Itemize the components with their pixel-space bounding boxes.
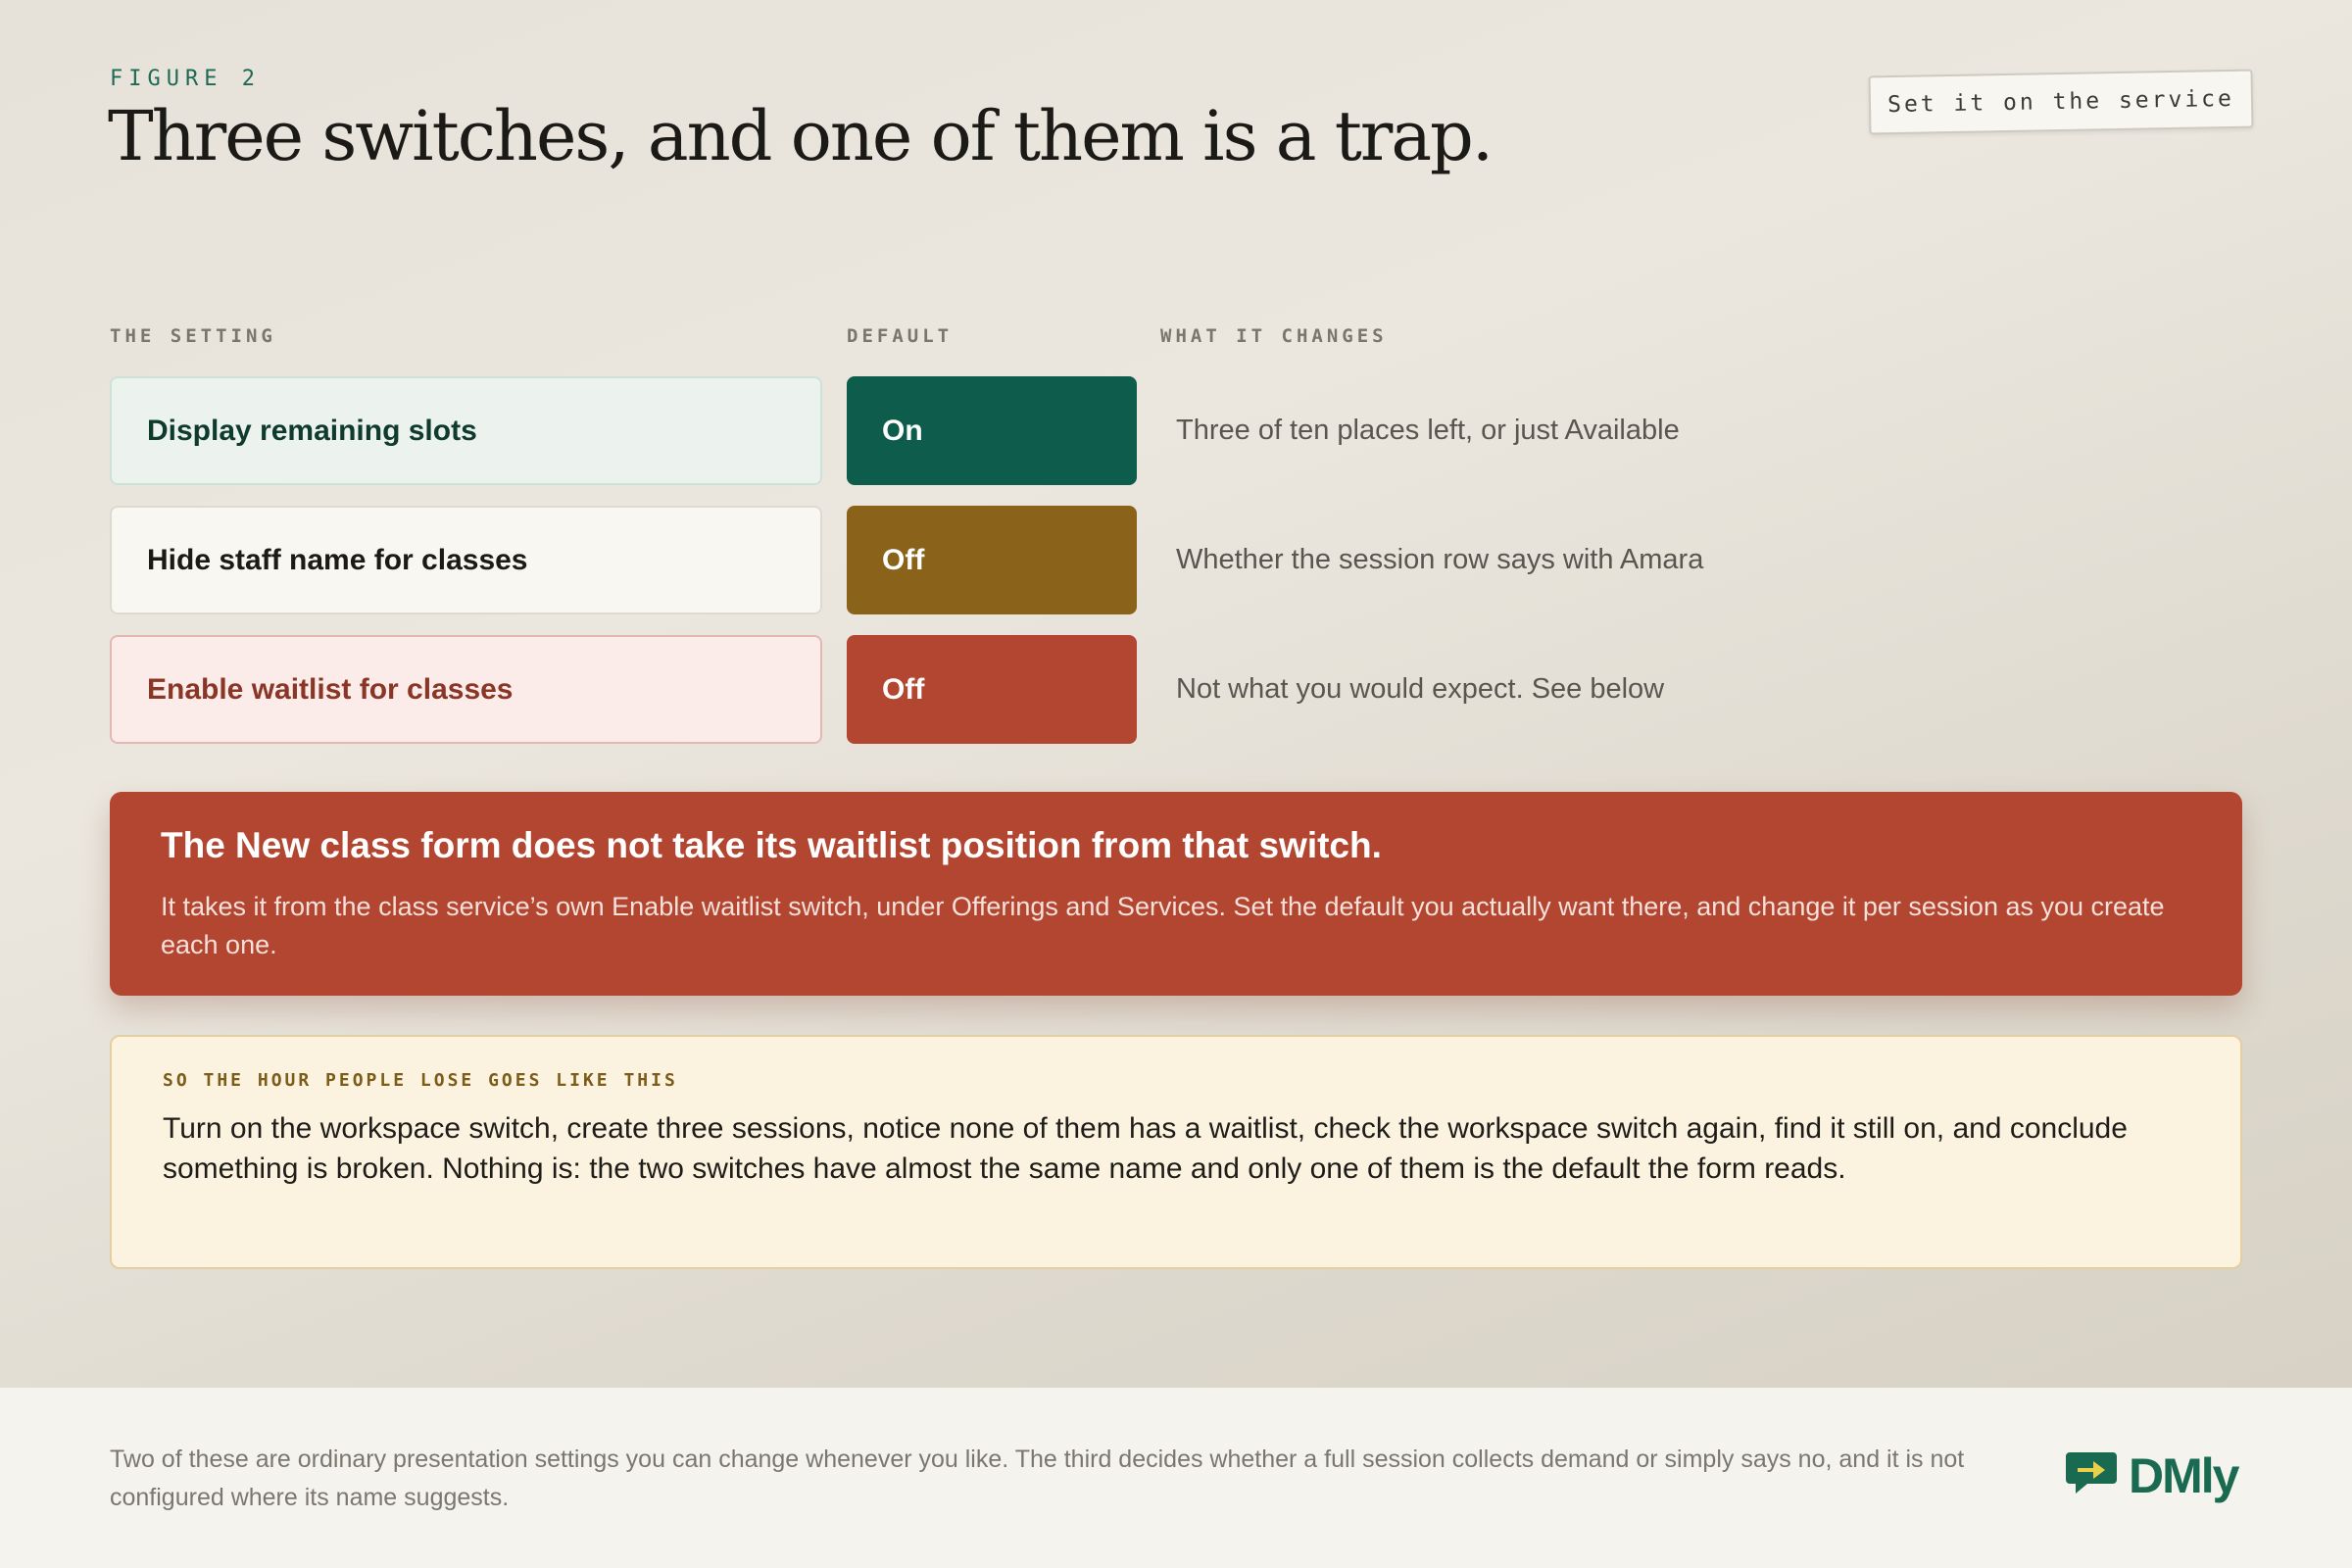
figure-label: FIGURE 2 <box>110 67 261 91</box>
chat-arrow-logo-icon <box>2064 1446 2121 1506</box>
default-badge-off-warning: Off <box>847 635 1137 744</box>
brand-logo: DMly <box>2064 1446 2239 1506</box>
column-header-changes: WHAT IT CHANGES <box>1160 325 1388 347</box>
figure-panel: FIGURE 2 Three switches, and one of them… <box>0 0 2352 1388</box>
brand-name: DMly <box>2129 1448 2239 1503</box>
setting-hide-staff-name: Hide staff name for classes <box>110 506 822 614</box>
column-header-default: DEFAULT <box>847 325 954 347</box>
default-badge-off: Off <box>847 506 1137 614</box>
footer: Two of these are ordinary presentation s… <box>0 1388 2352 1568</box>
change-description: Whether the session row says with Amara <box>1176 544 1704 575</box>
setting-display-remaining-slots: Display remaining slots <box>110 376 822 485</box>
page-title: Three switches, and one of them is a tra… <box>108 96 1494 176</box>
note-body: Turn on the workspace switch, create thr… <box>163 1112 2128 1185</box>
note-heading: SO THE HOUR PEOPLE LOSE GOES LIKE THIS <box>163 1070 678 1091</box>
service-tag-note: Set it on the service <box>1868 69 2254 135</box>
footer-caption: Two of these are ordinary presentation s… <box>110 1446 1965 1511</box>
column-header-setting: THE SETTING <box>110 325 276 347</box>
setting-enable-waitlist: Enable waitlist for classes <box>110 635 822 744</box>
default-badge-on: On <box>847 376 1137 485</box>
change-description: Three of ten places left, or just Availa… <box>1176 415 1680 446</box>
change-description: Not what you would expect. See below <box>1176 673 1665 705</box>
warning-body: It takes it from the class service’s own… <box>161 892 2165 959</box>
warning-callout: The New class form does not take its wai… <box>110 792 2242 996</box>
warning-title: The New class form does not take its wai… <box>161 825 1382 865</box>
scenario-note: SO THE HOUR PEOPLE LOSE GOES LIKE THIS T… <box>110 1035 2242 1269</box>
